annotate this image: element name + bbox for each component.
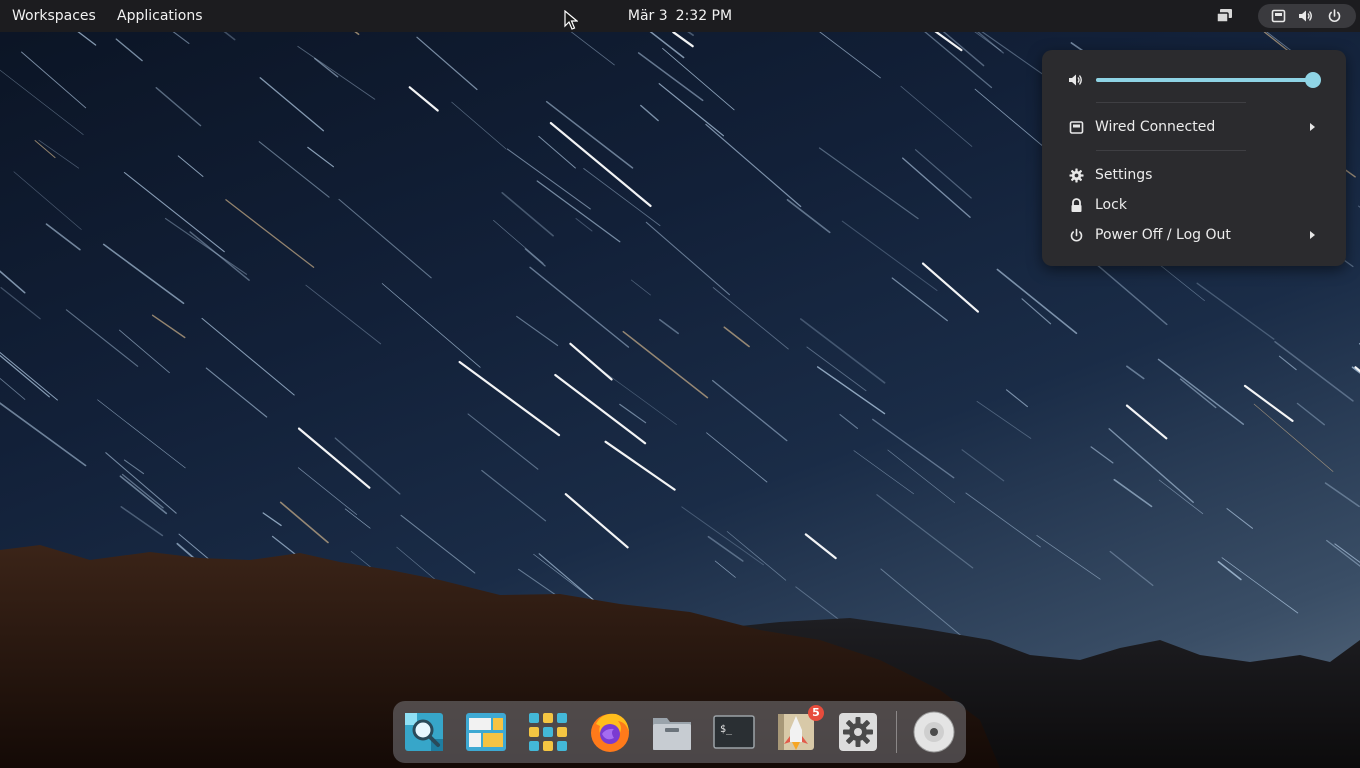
notification-badge: 5 xyxy=(808,705,824,721)
settings-icon[interactable] xyxy=(836,710,880,754)
dock: $_ 5 xyxy=(393,701,966,763)
system-menu-panel: Wired Connected Settings Lock Power Off … xyxy=(1042,50,1346,266)
workspaces-button[interactable]: Workspaces xyxy=(12,0,96,32)
app-grid-icon[interactable] xyxy=(526,710,570,754)
system-tray[interactable] xyxy=(1258,4,1356,28)
files-icon[interactable] xyxy=(650,710,694,754)
svg-text:$_: $_ xyxy=(720,724,733,735)
clock-time[interactable]: 2:32 PM xyxy=(676,8,732,24)
menu-item-label: Settings xyxy=(1095,167,1153,183)
volume-slider-handle[interactable] xyxy=(1305,72,1322,88)
top-bar: Workspaces Applications Mär 3 2:32 PM xyxy=(0,0,1360,32)
clock: Mär 3 2:32 PM xyxy=(0,0,1360,32)
gear-icon xyxy=(1069,168,1084,183)
lock-icon xyxy=(1071,198,1082,212)
volume-slider-fill xyxy=(1096,78,1314,82)
windows-overview-icon[interactable] xyxy=(464,710,508,754)
desktop: Workspaces Applications Mär 3 2:32 PM Wi… xyxy=(0,0,1360,768)
wired-network-icon[interactable] xyxy=(1271,9,1286,23)
volume-icon xyxy=(1069,74,1082,86)
submenu-arrow-icon xyxy=(1310,123,1315,131)
menu-separator xyxy=(1096,150,1246,151)
optical-disc-icon[interactable] xyxy=(912,710,956,754)
submenu-arrow-icon xyxy=(1310,231,1315,239)
volume-row xyxy=(1042,64,1346,96)
volume-slider[interactable] xyxy=(1096,72,1322,88)
wired-network-icon xyxy=(1069,121,1084,134)
menu-item-lock[interactable]: Lock xyxy=(1042,190,1346,220)
menu-item-settings[interactable]: Settings xyxy=(1042,160,1346,190)
search-icon[interactable] xyxy=(402,710,446,754)
menu-item-power[interactable]: Power Off / Log Out xyxy=(1042,220,1346,250)
mouse-cursor-icon xyxy=(564,10,578,30)
dock-divider xyxy=(896,711,897,753)
menu-item-label: Lock xyxy=(1095,197,1127,213)
power-icon[interactable] xyxy=(1327,9,1342,23)
menu-item-label: Wired Connected xyxy=(1095,119,1216,135)
multitasking-view-icon[interactable] xyxy=(1216,8,1233,23)
terminal-icon[interactable]: $_ xyxy=(712,710,756,754)
applications-button[interactable]: Applications xyxy=(117,0,203,32)
clock-date[interactable]: Mär 3 xyxy=(628,8,668,24)
menu-separator xyxy=(1096,102,1246,103)
power-icon xyxy=(1070,228,1083,242)
firefox-icon[interactable] xyxy=(588,710,632,754)
menu-item-label: Power Off / Log Out xyxy=(1095,227,1231,243)
volume-icon[interactable] xyxy=(1298,9,1313,23)
menu-item-network[interactable]: Wired Connected xyxy=(1042,112,1346,142)
